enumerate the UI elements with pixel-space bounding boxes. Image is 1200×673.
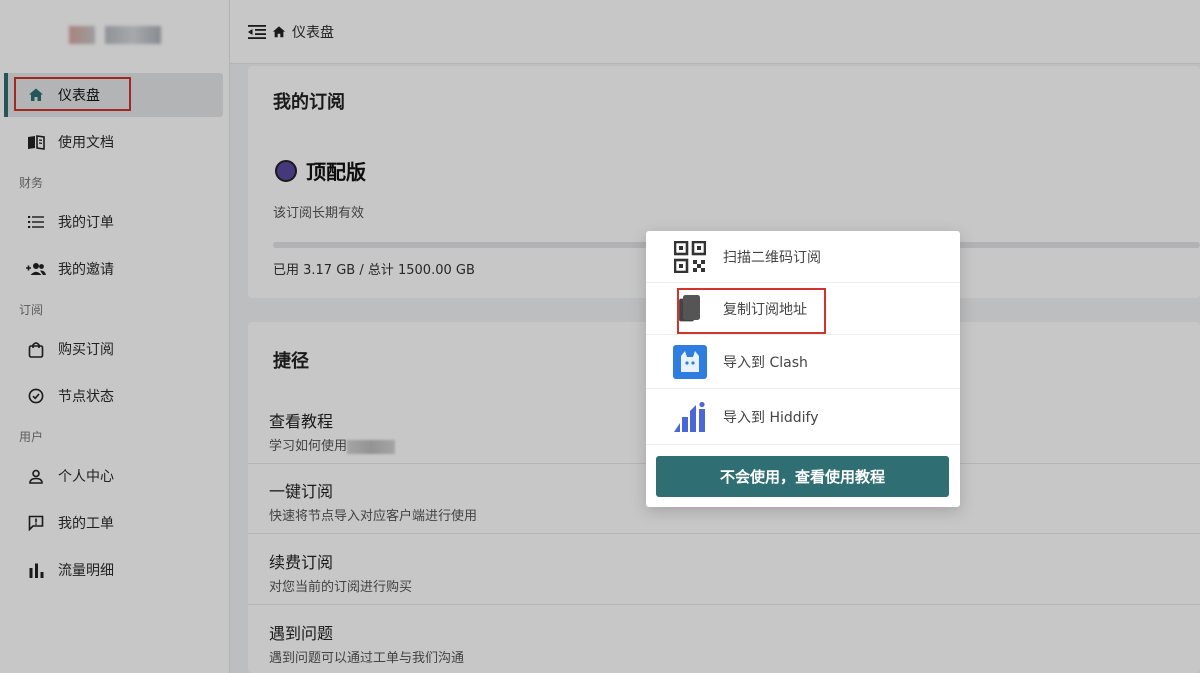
hiddify-icon [672,399,708,435]
menu-item-scan-qr[interactable]: 扫描二维码订阅 [646,231,960,283]
modal-backdrop[interactable] [0,0,1200,673]
view-tutorial-button[interactable]: 不会使用，查看使用教程 [656,456,949,497]
menu-item-import-hiddify[interactable]: 导入到 Hiddify [646,389,960,445]
menu-item-label: 导入到 Hiddify [723,409,819,426]
subscribe-dialog: 扫描二维码订阅 复制订阅地址 导入到 Clash 导入到 Hiddify 不会使… [646,231,960,507]
menu-item-label: 复制订阅地址 [723,301,807,318]
menu-item-label: 导入到 Clash [723,354,808,371]
copy-icon [672,291,708,327]
qr-code-icon [672,239,708,275]
menu-item-import-clash[interactable]: 导入到 Clash [646,335,960,389]
menu-item-label: 扫描二维码订阅 [723,249,821,266]
menu-item-copy-url[interactable]: 复制订阅地址 [646,283,960,335]
clash-icon [672,344,708,380]
